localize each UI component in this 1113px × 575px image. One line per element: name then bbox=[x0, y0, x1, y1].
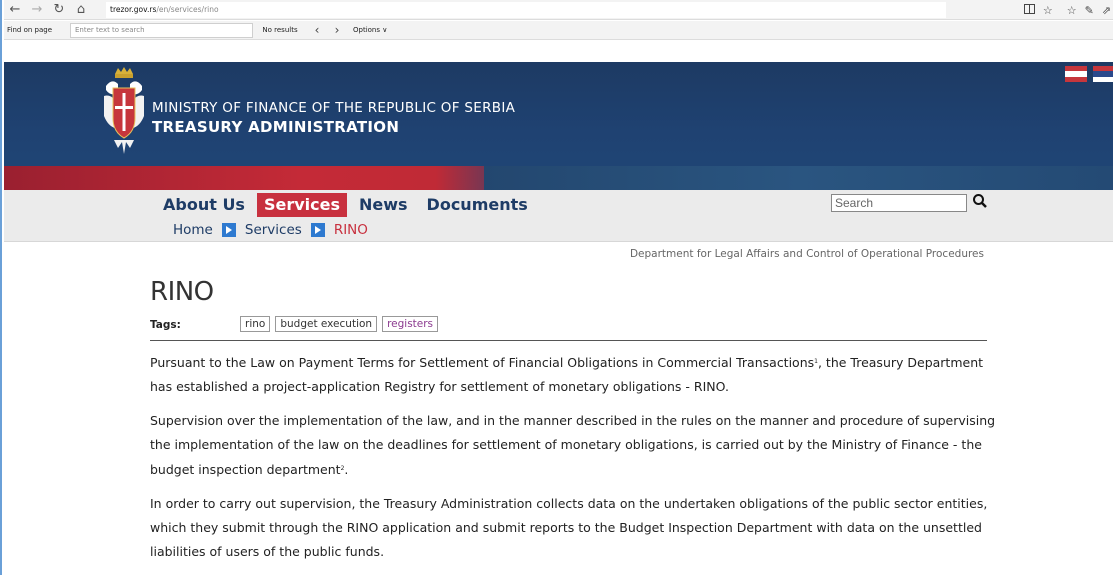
find-options-button[interactable]: Options ∨ bbox=[353, 26, 387, 34]
nav-item-about-us[interactable]: About Us bbox=[156, 193, 252, 217]
breadcrumb-home[interactable]: Home bbox=[173, 222, 213, 238]
header-red-stripe bbox=[4, 166, 544, 190]
find-input[interactable]: Enter text to search bbox=[70, 22, 253, 38]
ministry-title: MINISTRY OF FINANCE OF THE REPUBLIC OF S… bbox=[152, 100, 516, 116]
english-flag-icon[interactable] bbox=[1065, 66, 1087, 82]
find-next-icon[interactable]: › bbox=[327, 23, 347, 37]
find-label: Find on page bbox=[7, 26, 52, 34]
refresh-icon[interactable]: ↻ bbox=[48, 0, 70, 20]
pen-icon[interactable]: ✎ bbox=[1085, 4, 1094, 17]
nav-item-news[interactable]: News bbox=[352, 193, 415, 217]
search-icon[interactable] bbox=[972, 193, 988, 209]
paragraph: Pursuant to the Law on Payment Terms for… bbox=[150, 355, 984, 394]
tag-budget-execution[interactable]: budget execution bbox=[275, 316, 378, 332]
favorite-star-icon[interactable]: ☆ bbox=[1043, 4, 1053, 17]
share-icon[interactable]: ⇗ bbox=[1102, 4, 1111, 17]
url-host: trezor.gov.rs bbox=[110, 5, 157, 14]
back-icon[interactable]: ← bbox=[4, 0, 26, 20]
site-header: MINISTRY OF FINANCE OF THE REPUBLIC OF S… bbox=[4, 62, 1113, 190]
forward-icon[interactable]: → bbox=[26, 0, 48, 20]
browser-window: ← → ↻ ⌂ trezor.gov.rs/en/services/rino ☆… bbox=[0, 0, 1113, 575]
paragraph: Supervision over the implementation of t… bbox=[150, 413, 996, 477]
reading-view-icon[interactable] bbox=[1023, 3, 1035, 17]
breadcrumb-arrow-icon bbox=[221, 223, 236, 237]
breadcrumb-arrow-icon bbox=[310, 223, 325, 237]
address-bar[interactable]: trezor.gov.rs/en/services/rino bbox=[106, 1, 946, 18]
favorites-hub-icon[interactable]: ☆ bbox=[1067, 4, 1077, 17]
tag-rino[interactable]: rino bbox=[240, 316, 271, 332]
treasury-title[interactable]: TREASURY ADMINISTRATION bbox=[152, 118, 399, 136]
article-body: Pursuant to the Law on Payment Terms for… bbox=[150, 350, 1000, 574]
breadcrumb-current: RINO bbox=[333, 222, 368, 238]
main-navigation: About Us Services News Documents Search … bbox=[4, 190, 1113, 242]
page-title: RINO bbox=[150, 277, 214, 307]
serbian-flag-icon[interactable] bbox=[1093, 66, 1113, 82]
search-input[interactable]: Search bbox=[831, 194, 967, 212]
nav-item-services[interactable]: Services bbox=[256, 193, 347, 217]
home-icon[interactable]: ⌂ bbox=[70, 0, 92, 20]
url-path: /en/services/rino bbox=[156, 5, 219, 14]
department-link[interactable]: Department for Legal Affairs and Control… bbox=[630, 248, 984, 260]
tag-registers[interactable]: registers bbox=[382, 316, 439, 332]
language-switcher bbox=[1065, 66, 1113, 82]
serbian-coat-of-arms-icon[interactable] bbox=[104, 66, 144, 160]
paragraph: In order to carry out supervision, the T… bbox=[150, 496, 988, 559]
tags-row: Tags: rino budget execution registers bbox=[150, 316, 987, 341]
browser-toolbar: ← → ↻ ⌂ trezor.gov.rs/en/services/rino ☆… bbox=[4, 0, 1113, 20]
browser-actions: ☆ ☆ ✎ ⇗ bbox=[1023, 0, 1111, 20]
nav-item-documents[interactable]: Documents bbox=[420, 193, 535, 217]
breadcrumb-services[interactable]: Services bbox=[245, 222, 302, 238]
find-prev-icon[interactable]: ‹ bbox=[307, 23, 327, 37]
find-result: No results bbox=[262, 26, 298, 34]
breadcrumb: Home Services RINO bbox=[173, 222, 368, 238]
nav-menu: About Us Services News Documents bbox=[156, 193, 540, 217]
tags-label: Tags: bbox=[150, 319, 181, 331]
find-bar: Find on page Enter text to search No res… bbox=[4, 21, 1113, 40]
header-blue-stripe bbox=[484, 166, 1113, 190]
